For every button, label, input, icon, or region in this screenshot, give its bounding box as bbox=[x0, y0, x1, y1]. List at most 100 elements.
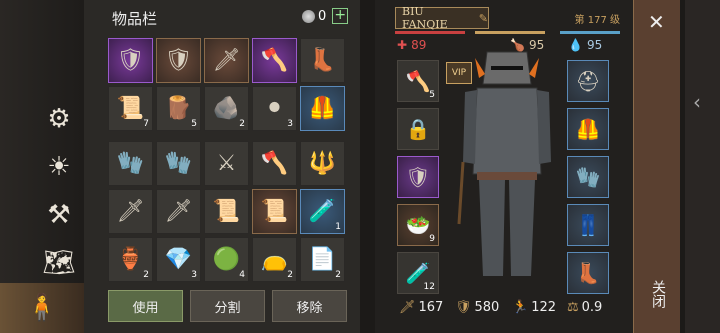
armor-icon: 🛡 bbox=[455, 300, 472, 315]
inventory-slot[interactable]: 📜 bbox=[204, 189, 249, 234]
inventory-title: 物品栏 bbox=[112, 10, 158, 28]
left-sidebar: ⚙ ☀ ⚒ 🗺 🧍 bbox=[0, 0, 84, 333]
close-label[interactable]: 关闭 bbox=[648, 280, 668, 308]
slot-icon: 🧤 bbox=[575, 165, 601, 189]
coin-counter: 0 + bbox=[302, 8, 349, 24]
slot-icon: 🪓 bbox=[405, 69, 431, 93]
inventory-panel: 物品栏 0 + 🛡 🛡 🗡 🪓 👢 📜 7 🪵 5 🪨 2 ⚫ 3 🦺 🧤 🧤 ⚔ 🪓 🔱 🗡 🗡 📜 📜 🧪 1 🏺 2 💎 3 🟢 4… bbox=[84, 0, 360, 333]
inventory-slot[interactable]: 🟢 4 bbox=[204, 237, 249, 282]
item-icon: 🦺 bbox=[308, 96, 337, 121]
inventory-slot[interactable]: 🧪 1 bbox=[300, 189, 345, 234]
item-count: 4 bbox=[239, 270, 245, 280]
inventory-slot[interactable]: 🧤 bbox=[108, 141, 153, 186]
build-icon[interactable]: ⚒ bbox=[40, 196, 78, 234]
item-icon: 📜 bbox=[116, 96, 145, 121]
armor-slot[interactable]: 🧤 bbox=[567, 156, 609, 198]
inventory-slot[interactable]: 🪓 bbox=[252, 141, 297, 186]
speed-icon: 🏃 bbox=[512, 300, 529, 315]
armor-slot[interactable]: 🦺 bbox=[567, 108, 609, 150]
water-bar bbox=[560, 31, 620, 34]
character-icon[interactable]: 🧍 bbox=[0, 283, 84, 333]
player-name-box[interactable]: BIU FANQIE ✎ bbox=[395, 5, 489, 31]
inventory-slot[interactable]: 💎 3 bbox=[156, 237, 201, 282]
item-icon: 🗡 bbox=[116, 199, 145, 224]
item-icon: 🔱 bbox=[308, 151, 337, 176]
water-stat: 💧 95 bbox=[568, 38, 602, 52]
inventory-slot[interactable]: 🦺 bbox=[300, 86, 345, 131]
health-stat: ✚ 89 bbox=[397, 38, 426, 52]
item-count: 3 bbox=[191, 270, 197, 280]
inventory-slot[interactable]: 📄 2 bbox=[300, 237, 345, 282]
speed-value: 122 bbox=[531, 300, 557, 315]
inventory-slot[interactable]: 📜 bbox=[252, 189, 297, 234]
quick-slot[interactable]: 🔒 bbox=[397, 108, 439, 150]
inventory-slot[interactable]: 🛡 bbox=[156, 38, 201, 83]
item-icon: 🧪 bbox=[308, 199, 337, 224]
item-count: 2 bbox=[143, 270, 149, 280]
slot-count: 9 bbox=[429, 234, 435, 244]
chevron-left-icon[interactable]: ‹ bbox=[693, 90, 701, 114]
quick-slot[interactable]: 🪓 5 bbox=[397, 60, 439, 102]
quick-slot[interactable]: 🛡 bbox=[397, 156, 439, 198]
inventory-slot[interactable]: 🛡 bbox=[108, 38, 153, 83]
slot-icon: 🦺 bbox=[575, 117, 601, 141]
inventory-slot[interactable]: ⚔ bbox=[204, 141, 249, 186]
map-icon[interactable]: 🗺 bbox=[40, 244, 78, 282]
inventory-slot[interactable]: 👝 2 bbox=[252, 237, 297, 282]
inventory-slot[interactable]: 📜 7 bbox=[108, 86, 153, 131]
close-panel[interactable]: ✕ 关闭 bbox=[633, 0, 680, 333]
close-icon[interactable]: ✕ bbox=[648, 10, 665, 34]
item-icon: 🏺 bbox=[116, 247, 145, 272]
inventory-slot[interactable]: 🗡 bbox=[156, 189, 201, 234]
use-button[interactable]: 使用 bbox=[108, 290, 183, 322]
inventory-slot[interactable]: 🪨 2 bbox=[204, 86, 249, 131]
slot-icon: 🛡 bbox=[405, 165, 431, 189]
item-count: 2 bbox=[287, 270, 293, 280]
item-count: 7 bbox=[143, 119, 149, 129]
armor-slot[interactable]: ⛑ bbox=[567, 60, 609, 102]
slot-icon: 👢 bbox=[575, 261, 601, 285]
player-name: BIU FANQIE bbox=[402, 5, 448, 31]
item-icon: 🪨 bbox=[212, 96, 241, 121]
health-bar bbox=[395, 31, 465, 34]
inventory-slot[interactable]: 👢 bbox=[300, 38, 345, 83]
knight-avatar bbox=[457, 51, 551, 276]
inventory-slot[interactable]: 🗡 bbox=[108, 189, 153, 234]
quick-slot[interactable]: 🧪 12 bbox=[397, 252, 439, 294]
armor-slot[interactable]: 👢 bbox=[567, 252, 609, 294]
inventory-grid-top: 🛡 🛡 🗡 🪓 👢 📜 7 🪵 5 🪨 2 ⚫ 3 🦺 bbox=[108, 38, 345, 131]
add-coins-button[interactable]: + bbox=[332, 8, 349, 24]
inventory-slot[interactable]: ⚫ 3 bbox=[252, 86, 297, 131]
inventory-slot[interactable]: 🗡 bbox=[204, 38, 249, 83]
slot-icon: 🔒 bbox=[405, 117, 431, 141]
item-icon: 📜 bbox=[212, 199, 241, 224]
item-icon: 🗡 bbox=[212, 48, 241, 73]
character-panel: BIU FANQIE ✎ 第 177 级 ✚ 89 🍗 95 💧 95 🪓 5 🔒 🛡 🥗 9 🧪… bbox=[375, 0, 640, 333]
item-icon: 🪵 bbox=[164, 96, 193, 121]
inventory-slot[interactable]: 🧤 bbox=[156, 141, 201, 186]
skills-icon[interactable]: ☀ bbox=[40, 148, 78, 186]
item-icon: 👢 bbox=[308, 48, 337, 73]
weight-value: 0.9 bbox=[581, 300, 603, 315]
quick-slot[interactable]: 🥗 9 bbox=[397, 204, 439, 246]
slot-count: 12 bbox=[423, 282, 435, 292]
item-icon: 🪓 bbox=[260, 151, 289, 176]
item-count: 1 bbox=[335, 222, 341, 232]
edit-name-icon[interactable]: ✎ bbox=[479, 12, 488, 25]
inventory-slot[interactable]: 🪵 5 bbox=[156, 86, 201, 131]
crafting-icon[interactable]: ⚙ bbox=[40, 100, 78, 138]
item-icon: 📜 bbox=[260, 199, 289, 224]
item-icon: 🛡 bbox=[116, 48, 145, 73]
armor-slot[interactable]: 👖 bbox=[567, 204, 609, 246]
coin-icon bbox=[302, 9, 315, 23]
item-count: 3 bbox=[287, 119, 293, 129]
slot-icon: 👖 bbox=[575, 213, 601, 237]
inventory-slot[interactable]: 🏺 2 bbox=[108, 237, 153, 282]
inventory-slot[interactable]: 🔱 bbox=[300, 141, 345, 186]
water-value: 95 bbox=[586, 38, 603, 52]
split-button[interactable]: 分割 bbox=[190, 290, 265, 322]
item-icon: 🛡 bbox=[164, 48, 193, 73]
damage-stat: 🗡 167 bbox=[399, 300, 443, 315]
remove-button[interactable]: 移除 bbox=[272, 290, 347, 322]
inventory-slot[interactable]: 🪓 bbox=[252, 38, 297, 83]
